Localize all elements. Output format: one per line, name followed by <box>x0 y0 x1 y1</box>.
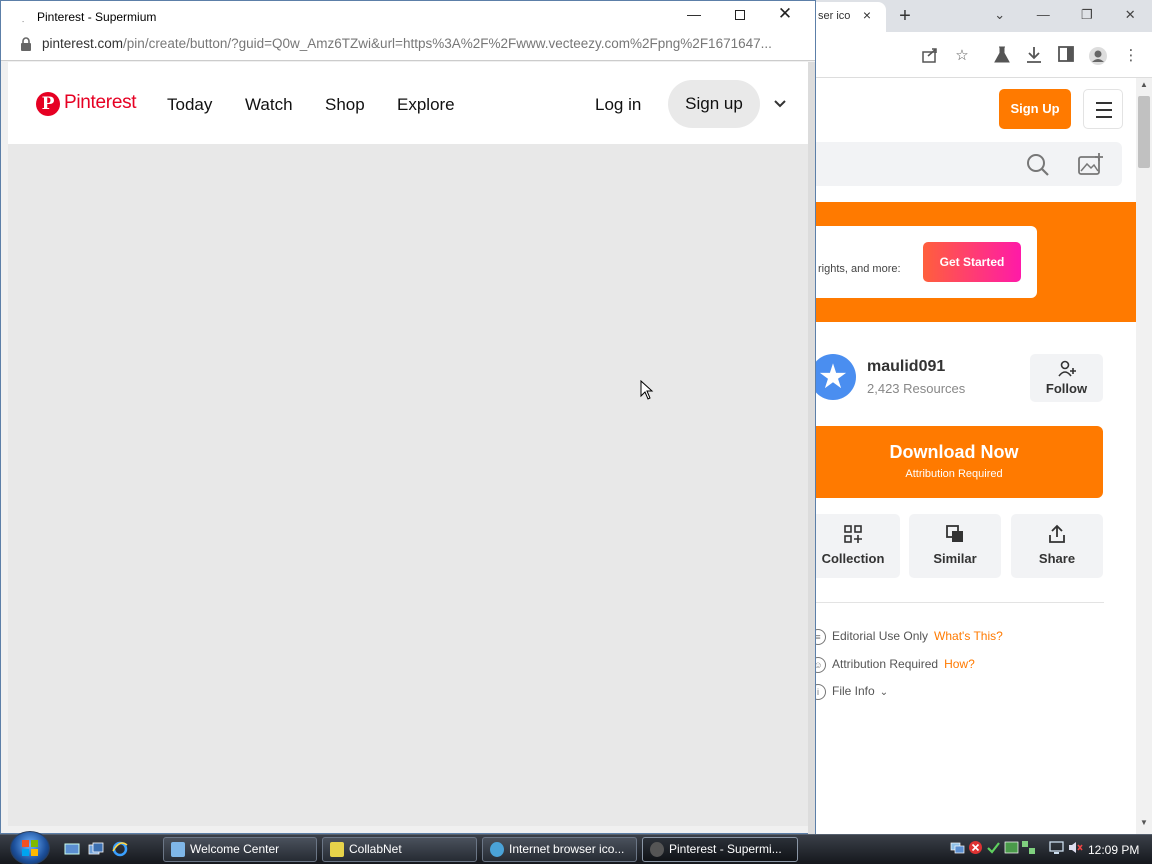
similar-icon <box>909 524 1001 544</box>
scroll-down-icon[interactable]: ▼ <box>1136 818 1152 830</box>
follow-label: Follow <box>1045 381 1088 396</box>
app-icon: ⸳ <box>22 16 25 25</box>
signup-button[interactable]: Sign up <box>668 80 760 128</box>
collabnet-icon <box>330 842 344 857</box>
taskbar-item-label: CollabNet <box>349 842 402 856</box>
share-label: Share <box>1038 551 1076 566</box>
nav-explore[interactable]: Explore <box>397 95 455 115</box>
similar-label: Similar <box>933 551 977 566</box>
url-domain: pinterest.com <box>42 36 124 51</box>
login-button[interactable]: Log in <box>595 95 641 115</box>
chevron-down-icon[interactable]: ⌄ <box>880 687 888 698</box>
tab-title: ser ico <box>818 10 851 22</box>
follow-button[interactable]: Follow <box>1030 354 1103 402</box>
divider <box>816 602 1104 603</box>
collection-label: Collection <box>821 551 885 566</box>
popup-border <box>808 62 815 834</box>
editorial-use-row: ≡ Editorial Use Only What's This? <box>810 629 1003 645</box>
internet-explorer-icon[interactable] <box>112 841 128 857</box>
vecteezy-signup-button[interactable]: Sign Up <box>999 89 1071 129</box>
how-link[interactable]: How? <box>944 657 975 671</box>
tab-close-icon[interactable]: × <box>858 6 876 24</box>
security-alert-icon[interactable] <box>968 840 983 855</box>
taskbar-item-welcome-center[interactable]: Welcome Center <box>163 837 317 862</box>
scrollbar-thumb[interactable] <box>1138 96 1150 168</box>
new-tab-button[interactable]: + <box>894 5 916 27</box>
scroll-up-icon[interactable]: ▲ <box>1136 80 1152 92</box>
hamburger-menu-icon[interactable] <box>1083 89 1123 129</box>
whats-this-link[interactable]: What's This? <box>934 629 1003 643</box>
browser-menu-icon[interactable]: ⋮ <box>1121 46 1141 66</box>
sync-icon[interactable] <box>1021 840 1036 855</box>
url-path: /pin/create/button/?guid=Q0w_Amz6TZwi&ur… <box>123 36 772 51</box>
add-user-icon <box>1057 360 1077 378</box>
restore-button[interactable]: ❐ <box>1065 4 1109 28</box>
similar-button[interactable]: Similar <box>909 514 1001 578</box>
monitor-network-icon[interactable] <box>1049 840 1064 855</box>
chevron-down-icon[interactable] <box>770 94 790 114</box>
taskbar-item-browser[interactable]: Internet browser ico... <box>482 837 637 862</box>
close-button[interactable]: ✕ <box>1109 4 1152 28</box>
pinterest-content-area <box>8 144 808 826</box>
image-search-icon[interactable] <box>1078 152 1104 176</box>
minimize-button[interactable]: — <box>1022 4 1066 28</box>
taskbar-item-label: Welcome Center <box>190 842 280 856</box>
pinterest-logo-icon[interactable]: P <box>36 92 60 116</box>
nav-watch[interactable]: Watch <box>245 95 293 115</box>
grid-plus-icon <box>806 524 900 544</box>
nav-today[interactable]: Today <box>167 95 212 115</box>
get-started-button[interactable]: Get Started <box>923 242 1021 282</box>
editorial-label: Editorial Use Only <box>832 629 929 644</box>
switch-windows-icon[interactable] <box>88 841 104 857</box>
promo-text: rights, and more: <box>818 263 901 275</box>
file-info-label[interactable]: File Info <box>832 684 875 698</box>
volume-muted-icon[interactable] <box>1068 840 1083 855</box>
taskbar-item-collabnet[interactable]: CollabNet <box>322 837 477 862</box>
chromium-icon <box>490 842 504 857</box>
nav-shop[interactable]: Shop <box>325 95 365 115</box>
popup-maximize-button[interactable] <box>726 4 754 26</box>
network-icon[interactable] <box>950 840 965 855</box>
popup-url-text: pinterest.com/pin/create/button/?guid=Q0… <box>42 36 794 51</box>
contributor-avatar[interactable]: ★ <box>810 354 856 400</box>
collection-button[interactable]: Collection <box>806 514 900 578</box>
extension-flask-icon[interactable] <box>992 46 1012 66</box>
download-sublabel: Attribution Required <box>905 468 1003 480</box>
bookmark-star-icon[interactable]: ☆ <box>952 46 972 66</box>
taskbar-clock[interactable]: 12:09 PM <box>1088 843 1139 857</box>
contributor-resources-count: 2,423 Resources <box>867 381 966 396</box>
share-icon <box>1011 524 1103 544</box>
file-info-row[interactable]: i File Info ⌄ <box>810 684 888 700</box>
tab-search-chevron-icon[interactable]: ⌄ <box>978 4 1022 28</box>
attribution-label: Attribution Required <box>832 657 939 672</box>
popup-close-button[interactable]: ✕ <box>771 4 799 26</box>
download-now-label: Download Now <box>889 442 1019 462</box>
supermium-icon <box>650 842 664 857</box>
share-page-icon[interactable] <box>920 46 940 66</box>
taskbar-item-label: Pinterest - Supermi... <box>669 842 782 856</box>
welcome-center-icon <box>171 842 185 857</box>
profile-avatar-icon[interactable] <box>1088 46 1108 66</box>
pinterest-logo-text[interactable]: Pinterest <box>64 92 137 114</box>
popup-minimize-button[interactable]: — <box>680 4 708 26</box>
popup-window-title: Pinterest - Supermium <box>37 10 157 24</box>
vecteezy-search-input[interactable] <box>816 142 1122 186</box>
download-icon[interactable] <box>1024 46 1044 66</box>
download-now-button[interactable]: Download Now Attribution Required <box>816 426 1103 498</box>
browser-window-controls: ⌄ — ❐ ✕ <box>978 4 1152 28</box>
windows-logo-icon <box>21 839 39 857</box>
update-shield-icon[interactable] <box>986 840 1001 855</box>
lock-icon[interactable] <box>20 37 32 51</box>
taskbar-item-pinterest[interactable]: Pinterest - Supermi... <box>642 837 798 862</box>
mouse-cursor-icon <box>640 379 654 400</box>
share-button[interactable]: Share <box>1011 514 1103 578</box>
search-icon[interactable] <box>1026 153 1050 177</box>
taskbar-item-label: Internet browser ico... <box>509 842 625 856</box>
show-desktop-icon[interactable] <box>64 841 80 857</box>
page-scrollbar[interactable] <box>1136 78 1152 834</box>
attribution-row: ☺ Attribution Required How? <box>810 657 975 673</box>
side-panel-icon[interactable] <box>1056 46 1076 66</box>
contributor-username[interactable]: maulid091 <box>867 358 945 376</box>
status-icon[interactable] <box>1004 840 1019 855</box>
